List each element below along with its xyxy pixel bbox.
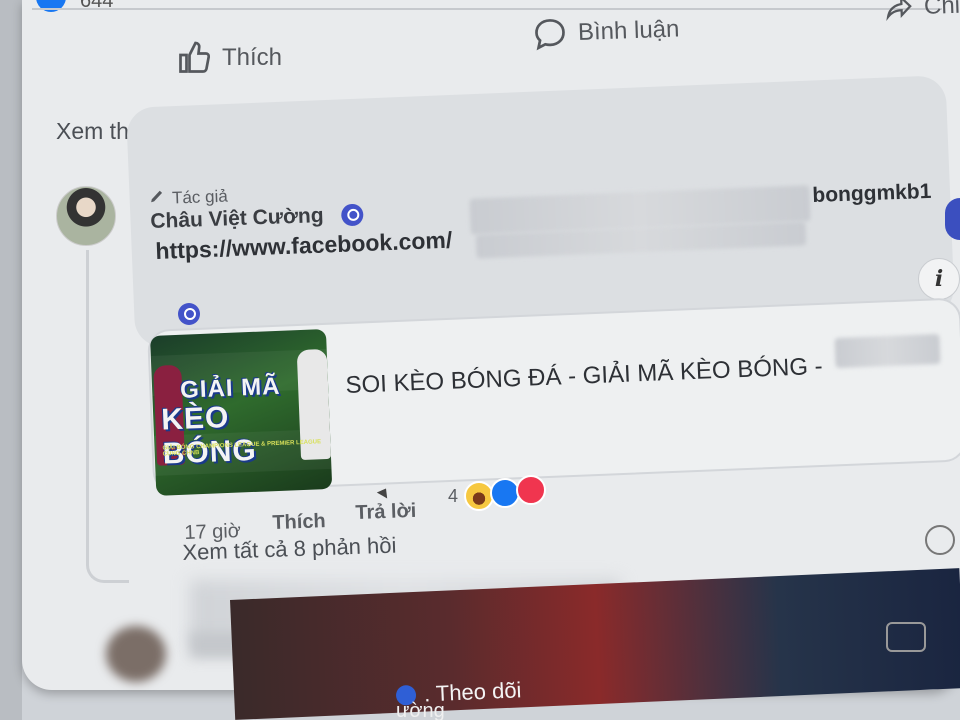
share-button[interactable]: Chi [883,0,960,23]
author-badge-label: Tác giả [171,186,229,208]
verified-badge-icon [178,303,200,325]
share-button-label: Chi [923,0,960,20]
comment-button[interactable]: Bình luận [531,11,680,52]
comment-like-button[interactable]: Thích [272,510,326,535]
blurred-avatar [106,626,166,682]
link-preview-thumbnail[interactable]: GIẢI MÃ KÈO BÓNG GIẢI BÓNG CHAMPIONS LEA… [150,328,333,496]
next-post-author-fragment[interactable]: ường [396,700,445,720]
thread-connector [86,540,129,583]
like-button-label: Thích [222,44,283,71]
love-reaction-icon [516,475,546,505]
thumbnail-title-line2: KÈO BÓNG [160,400,258,471]
author-badge: Tác giả [148,185,229,211]
comment-button-label: Bình luận [577,15,680,46]
speech-bubble-icon [531,15,568,52]
camera-icon[interactable] [886,622,926,652]
pen-icon [148,187,167,211]
thread-line [86,250,89,550]
comment-reply-button[interactable]: Trả lời [355,500,417,525]
info-icon[interactable]: i [918,258,960,300]
screen-left-edge [0,0,22,720]
divider [32,8,942,10]
like-count: 644 [80,0,114,12]
reaction-count[interactable]: 4 [448,486,458,507]
facebook-post-scene: 644 Thích Bình luận Chi Xem thêm bình lu… [0,0,960,720]
scrollbar-marker [945,198,960,240]
emoji-icon[interactable] [925,525,955,555]
redacted-title [834,333,941,369]
comment-url-suffix[interactable]: bonggmkb1 [812,180,932,208]
comment-author-avatar[interactable] [56,186,116,246]
thumbs-up-icon [176,40,212,76]
share-arrow-icon [883,0,914,23]
verified-badge-icon [341,204,364,227]
author-name-text: Châu Việt Cường [150,203,324,233]
like-button[interactable]: Thích [176,40,282,76]
